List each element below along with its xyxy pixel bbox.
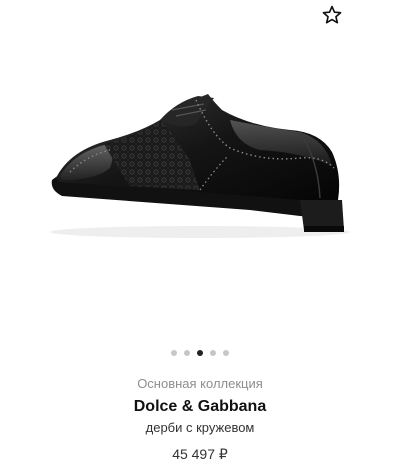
product-price: 45 497 ₽ — [172, 446, 228, 462]
gallery-dot-1[interactable] — [171, 350, 177, 356]
brand-name[interactable]: Dolce & Gabbana — [0, 398, 400, 416]
gallery-pager — [0, 349, 400, 357]
collection-label: Основная коллекция — [137, 376, 263, 391]
product-image-gallery[interactable] — [0, 40, 400, 340]
gallery-dot-5[interactable] — [223, 350, 229, 356]
gallery-dot-2[interactable] — [184, 350, 190, 356]
shoe-image — [50, 94, 350, 238]
product-card: Основная коллекция Dolce & Gabbana дерби… — [0, 0, 400, 474]
gallery-dot-4[interactable] — [210, 350, 216, 356]
star-outline-icon — [322, 5, 342, 24]
favorite-button[interactable] — [321, 4, 343, 26]
product-description: дерби с кружевом — [145, 420, 255, 435]
gallery-dot-3-active[interactable] — [197, 350, 203, 356]
